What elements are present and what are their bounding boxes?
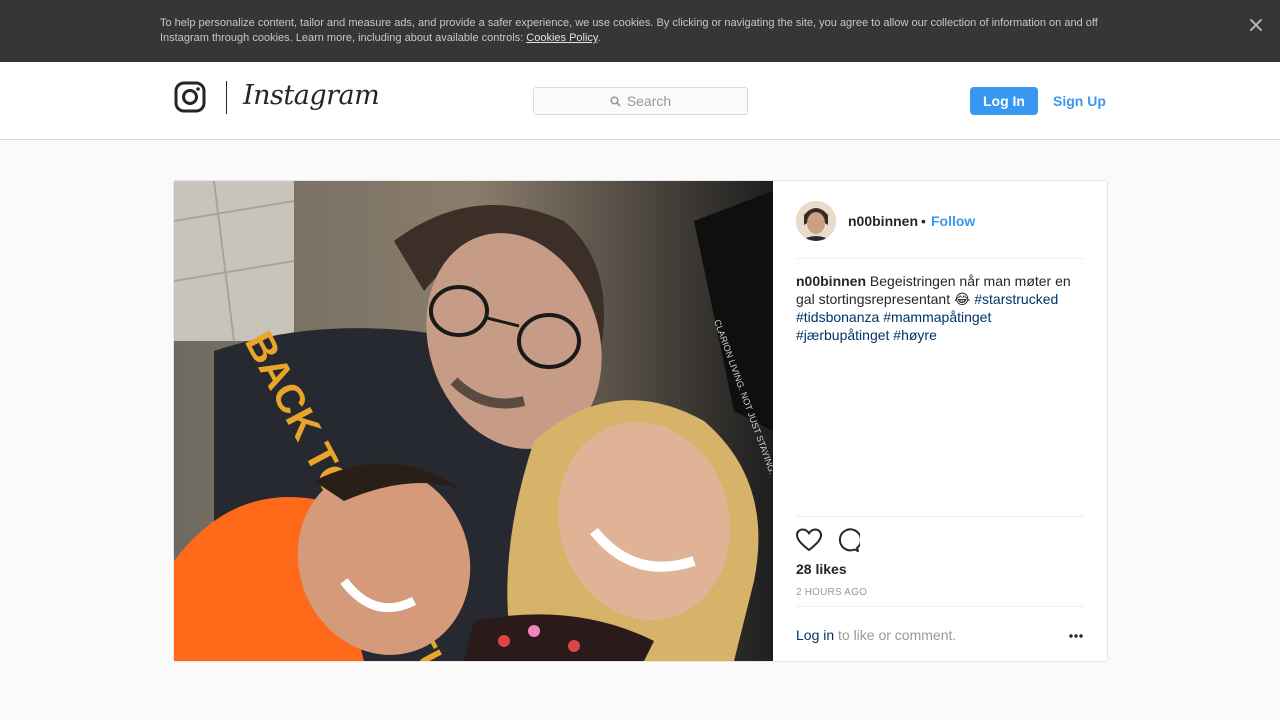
- search-placeholder: Search: [626, 93, 672, 109]
- separator-dot: •: [921, 213, 926, 229]
- cookie-message: To help personalize content, tailor and …: [160, 17, 1098, 44]
- cookie-banner: To help personalize content, tailor and …: [0, 0, 1280, 62]
- post-header: n00binnen • Follow: [796, 201, 1084, 259]
- logo-divider: [226, 81, 227, 114]
- search-input[interactable]: Search: [533, 87, 748, 115]
- hashtag-link[interactable]: #starstrucked: [974, 291, 1058, 307]
- post-timestamp: 2 HOURS AGO: [796, 587, 868, 598]
- follow-button[interactable]: Follow: [931, 213, 975, 229]
- signup-link[interactable]: Sign Up: [1053, 93, 1106, 109]
- post-photo[interactable]: CLARION LIVING. NOT JUST STAYING. BACK T…: [174, 181, 773, 661]
- login-button[interactable]: Log In: [970, 87, 1038, 115]
- login-link[interactable]: Log in: [796, 627, 834, 643]
- cookie-text: To help personalize content, tailor and …: [160, 17, 1098, 44]
- caption-username[interactable]: n00binnen: [796, 273, 866, 289]
- post-actions: 28 likes 2 HOURS AGO: [795, 516, 1084, 606]
- likes-count[interactable]: 28 likes: [796, 561, 847, 577]
- login-prompt-text: to like or comment.: [838, 627, 957, 643]
- post-card: CLARION LIVING. NOT JUST STAYING. BACK T…: [173, 180, 1108, 662]
- hashtag-link[interactable]: #jærbupåtinget: [796, 327, 889, 343]
- post-username[interactable]: n00binnen: [848, 213, 918, 229]
- close-icon[interactable]: [1247, 16, 1265, 34]
- heart-icon[interactable]: [795, 528, 823, 552]
- more-options-icon[interactable]: [1068, 629, 1084, 641]
- caption: n00binnen Begeistringen når man møter en…: [796, 272, 1084, 344]
- hashtag-link[interactable]: #høyre: [893, 327, 937, 343]
- hashtag-link[interactable]: #tidsbonanza: [796, 309, 879, 325]
- instagram-wordmark[interactable]: Instagram: [243, 80, 380, 111]
- hashtag-link[interactable]: #mammapåtinget: [883, 309, 991, 325]
- top-header: Instagram Search Log In Sign Up: [0, 62, 1280, 140]
- comment-prompt: Log in to like or comment.: [796, 606, 1084, 662]
- search-icon: [610, 95, 621, 107]
- cookies-policy-link[interactable]: Cookies Policy: [526, 32, 597, 44]
- post-side-panel: n00binnen • Follow n00binnen Begeistring…: [773, 181, 1107, 661]
- avatar[interactable]: [796, 201, 836, 241]
- instagram-camera-icon[interactable]: [174, 81, 206, 113]
- comment-icon[interactable]: [836, 528, 862, 552]
